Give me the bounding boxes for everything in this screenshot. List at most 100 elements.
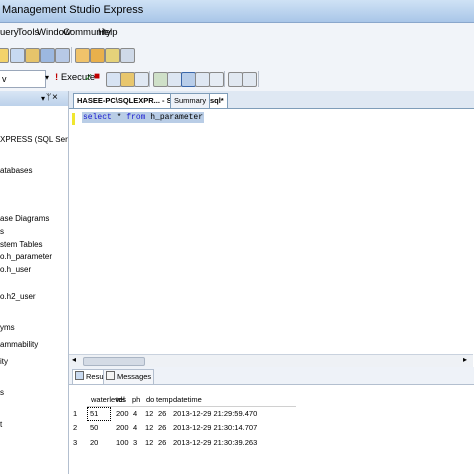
table-cell[interactable]: 200 <box>116 423 129 432</box>
close-icon[interactable]: × <box>52 92 58 103</box>
execute-icon: ! <box>55 72 59 83</box>
properties-window-icon[interactable] <box>120 48 135 63</box>
parse-check-icon[interactable]: ✓ <box>84 71 93 84</box>
menu-query[interactable]: uery <box>0 27 18 38</box>
table-cell[interactable]: 200 <box>116 409 129 418</box>
scroll-right-icon[interactable]: ▸ <box>463 355 467 364</box>
menu-help[interactable]: Help <box>98 27 118 38</box>
table-cell[interactable]: 2013-12-29 21:30:14.707 <box>173 423 257 432</box>
query-options-icon[interactable] <box>120 72 135 87</box>
template-explorer-icon[interactable] <box>105 48 120 63</box>
column-header-datetime[interactable]: datetime <box>173 395 202 404</box>
tree-item-system-tables[interactable]: stem Tables <box>0 240 43 249</box>
standard-toolbar <box>0 43 474 68</box>
table-cell[interactable]: 26 <box>158 409 166 418</box>
tree-item-h2-user[interactable]: o.h2_user <box>0 292 36 301</box>
results-tab-strip: Results Messages <box>69 367 474 385</box>
results-to-text-icon[interactable] <box>195 72 210 87</box>
scrollbar-thumb[interactable] <box>83 357 145 366</box>
keyword-from: from <box>126 113 146 122</box>
tree-item-h-user[interactable]: o.h_user <box>0 265 31 274</box>
table-cell[interactable]: 26 <box>158 438 166 447</box>
database-select[interactable]: v <box>0 70 46 88</box>
pin-icon[interactable]: ᛘ <box>46 92 51 102</box>
toolbar-separator <box>258 71 259 87</box>
tree-item-h-parameter[interactable]: o.h_parameter <box>0 252 52 261</box>
results-to-grid-icon[interactable] <box>181 72 196 87</box>
table-cell[interactable]: 12 <box>145 423 153 432</box>
menu-tools[interactable]: Tools <box>17 27 39 38</box>
row-number[interactable]: 2 <box>73 423 77 432</box>
table-cell[interactable]: 26 <box>158 423 166 432</box>
open-file-icon[interactable] <box>25 48 40 63</box>
registered-servers-icon[interactable] <box>75 48 90 63</box>
table-cell[interactable]: 12 <box>145 409 153 418</box>
column-header-do[interactable]: do <box>146 395 154 404</box>
results-grid: waterlevel tds ph do temp datetime 1 51 … <box>69 385 474 474</box>
tree-item-server[interactable]: XPRESS (SQL Server 9.0.5000 <box>0 135 68 144</box>
change-marker <box>72 113 75 125</box>
include-plan-icon[interactable] <box>153 72 168 87</box>
tree-item-tables[interactable]: s <box>0 227 4 236</box>
new-query-icon[interactable] <box>0 48 9 63</box>
keyword-select: select <box>83 113 112 122</box>
tab-messages-label: Messages <box>117 372 152 381</box>
window-title: Management Studio Express <box>2 4 144 16</box>
tree-item-programmability[interactable]: ammability <box>0 340 38 349</box>
toolbar-separator <box>224 71 225 87</box>
toolbar-separator <box>149 71 150 87</box>
query-table-name: h_parameter <box>145 113 204 122</box>
table-cell[interactable]: 3 <box>133 438 137 447</box>
table-cell[interactable]: 50 <box>90 423 98 432</box>
tree-item-t[interactable]: t <box>0 420 2 429</box>
display-plan-icon[interactable] <box>106 72 121 87</box>
chevron-down-icon[interactable]: ▾ <box>41 94 45 103</box>
save-icon[interactable] <box>40 48 55 63</box>
object-explorer-panel: ▾ ᛘ × XPRESS (SQL Server 9.0.5000 atabas… <box>0 91 69 474</box>
query-star: * <box>111 113 127 122</box>
intellisense-icon[interactable] <box>134 72 149 87</box>
scroll-left-icon[interactable]: ◂ <box>72 355 76 364</box>
tree-item-databases[interactable]: atabases <box>0 166 32 175</box>
table-cell[interactable]: 51 <box>90 409 98 418</box>
tree-item-security[interactable]: ity <box>0 357 8 366</box>
save-all-icon[interactable] <box>55 48 70 63</box>
tree-item-synonyms[interactable]: yms <box>0 323 15 332</box>
cancel-query-icon[interactable]: ■ <box>94 71 100 82</box>
client-statistics-icon[interactable] <box>167 72 182 87</box>
tree-item-diagrams[interactable]: ase Diagrams <box>0 214 49 223</box>
document-tab-strip: HASEE-PC\SQLEXPR... - SQLQuery1.sql* Sum… <box>69 91 474 109</box>
comment-lines-icon[interactable] <box>228 72 243 87</box>
tree-item-s[interactable]: s <box>0 388 4 397</box>
table-cell[interactable]: 100 <box>116 438 129 447</box>
table-cell[interactable]: 2013-12-29 21:30:39.263 <box>173 438 257 447</box>
uncomment-lines-icon[interactable] <box>242 72 257 87</box>
table-cell[interactable]: 12 <box>145 438 153 447</box>
results-to-file-icon[interactable] <box>209 72 224 87</box>
row-number[interactable]: 3 <box>73 438 77 447</box>
sql-editor-toolbar: v ▾ ! Execute ✓ ■ <box>0 67 474 92</box>
object-explorer-header: ▾ ᛘ × <box>0 91 68 106</box>
row-number[interactable]: 1 <box>73 409 77 418</box>
column-header-temp[interactable]: temp <box>156 395 173 404</box>
column-header-ph[interactable]: ph <box>132 395 140 404</box>
object-explorer-icon[interactable] <box>90 48 105 63</box>
table-cell[interactable]: 4 <box>133 409 137 418</box>
column-header-tds[interactable]: tds <box>116 395 126 404</box>
database-select-value: v <box>2 74 7 84</box>
table-cell[interactable]: 20 <box>90 438 98 447</box>
table-cell[interactable]: 4 <box>133 423 137 432</box>
chevron-down-icon[interactable]: ▾ <box>45 73 49 82</box>
grid-icon <box>75 371 84 380</box>
messages-icon <box>106 371 115 380</box>
menu-bar: uery Tools Window Community Help <box>0 23 474 43</box>
tab-summary[interactable]: Summary <box>170 93 211 108</box>
editor-horizontal-scrollbar[interactable]: ◂ ▸ <box>69 354 473 367</box>
title-bar: Management Studio Express <box>0 0 474 23</box>
query-editor[interactable]: select * from h_parameter <box>69 109 473 354</box>
database-engine-query-icon[interactable] <box>10 48 25 63</box>
tab-messages[interactable]: Messages <box>103 369 155 384</box>
toolbar-separator <box>71 47 72 63</box>
query-text[interactable]: select * from h_parameter <box>82 112 205 123</box>
table-cell[interactable]: 2013-12-29 21:29:59.470 <box>173 409 257 418</box>
